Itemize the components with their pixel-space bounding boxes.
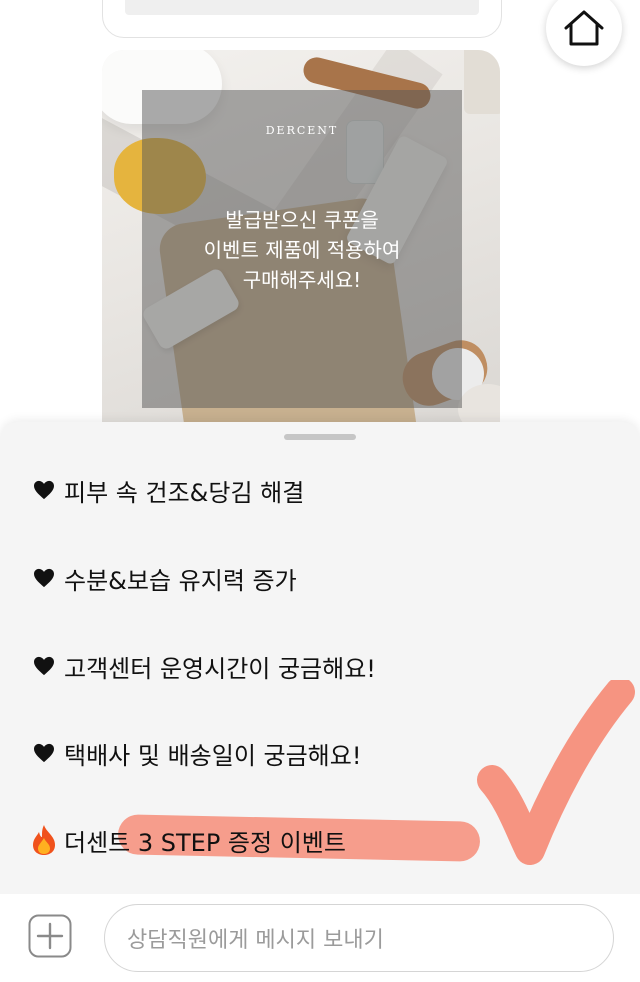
jar-photo bbox=[464, 50, 500, 114]
event-banner-image[interactable]: DERCENT 발급받으신 쿠폰을 이벤트 제품에 적용하여 구매해주세요! bbox=[102, 50, 500, 450]
attach-button[interactable] bbox=[28, 914, 72, 958]
option-label: 고객센터 운영시간이 궁금해요! bbox=[64, 654, 376, 683]
black-heart-icon bbox=[30, 652, 58, 680]
checkmark-annotation bbox=[477, 680, 635, 865]
banner-message-line: 발급받으신 쿠폰을 bbox=[225, 208, 379, 232]
plus-icon bbox=[28, 914, 72, 958]
previous-message-bubble bbox=[102, 0, 502, 38]
home-icon bbox=[564, 10, 604, 46]
banner-text-overlay: DERCENT 발급받으신 쿠폰을 이벤트 제품에 적용하여 구매해주세요! bbox=[142, 90, 462, 408]
black-heart-icon bbox=[30, 564, 58, 592]
option-label: 택배사 및 배송일이 궁금해요! bbox=[64, 741, 362, 770]
banner-message-line: 이벤트 제품에 적용하여 bbox=[203, 238, 401, 262]
option-label: 피부 속 건조&당김 해결 bbox=[64, 478, 305, 507]
black-heart-icon bbox=[30, 476, 58, 504]
previous-message-content bbox=[125, 0, 479, 15]
quick-reply-option[interactable]: 택배사 및 배송일이 궁금해요! bbox=[30, 733, 361, 773]
chat-screen: DERCENT 발급받으신 쿠폰을 이벤트 제품에 적용하여 구매해주세요! 피… bbox=[0, 0, 640, 982]
fire-icon bbox=[30, 825, 58, 855]
sheet-grab-handle[interactable] bbox=[284, 434, 356, 440]
option-label: 더센트 3 STEP 증정 이벤트 bbox=[64, 828, 346, 857]
home-button[interactable] bbox=[546, 0, 622, 66]
black-heart-icon bbox=[30, 739, 58, 767]
message-input-placeholder: 상담직원에게 메시지 보내기 bbox=[127, 928, 384, 953]
banner-message: 발급받으신 쿠폰을 이벤트 제품에 적용하여 구매해주세요! bbox=[142, 205, 462, 295]
message-input[interactable]: 상담직원에게 메시지 보내기 bbox=[104, 904, 614, 972]
quick-reply-option[interactable]: 피부 속 건조&당김 해결 bbox=[30, 470, 304, 510]
banner-message-line: 구매해주세요! bbox=[242, 268, 362, 292]
message-composer: 상담직원에게 메시지 보내기 bbox=[0, 894, 640, 982]
quick-reply-option-event[interactable]: 더센트 3 STEP 증정 이벤트 bbox=[30, 820, 346, 860]
quick-reply-option[interactable]: 수분&보습 유지력 증가 bbox=[30, 558, 297, 598]
brand-logo: DERCENT bbox=[265, 124, 339, 137]
option-label: 수분&보습 유지력 증가 bbox=[64, 566, 297, 595]
quick-reply-option[interactable]: 고객센터 운영시간이 궁금해요! bbox=[30, 646, 376, 686]
